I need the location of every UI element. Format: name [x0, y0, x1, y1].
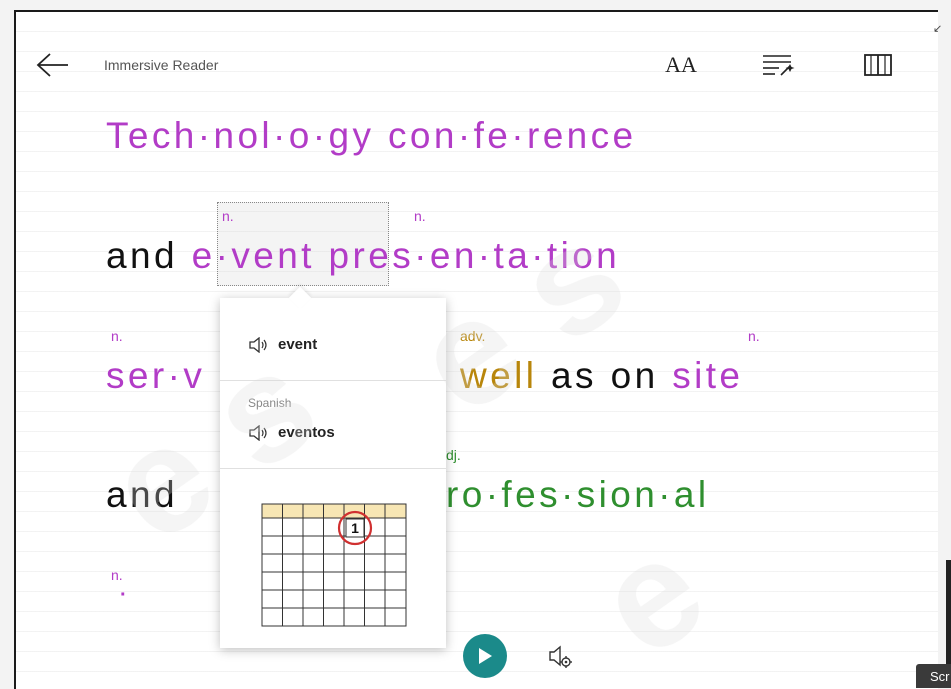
calendar-day: 1 [351, 520, 359, 536]
reading-preferences-button[interactable] [858, 48, 898, 82]
word-site[interactable]: site [672, 355, 743, 396]
app-title: Immersive Reader [104, 57, 219, 73]
ruled-background [16, 12, 938, 689]
popup-word: event [278, 336, 318, 353]
text-preferences-icon: AA [665, 52, 697, 78]
pos-label-well: adv. [460, 328, 486, 344]
text-line-3: ser·v [106, 355, 205, 397]
word-well[interactable]: well [460, 355, 537, 396]
word-and[interactable]: and [106, 235, 178, 276]
line5-dot: · [120, 584, 127, 606]
pos-label-site: n. [748, 328, 760, 344]
word-service[interactable]: ser·v [106, 355, 205, 396]
word-pronounce-row[interactable]: event [248, 336, 317, 353]
scrollbar[interactable] [946, 560, 951, 680]
speaker-icon [249, 424, 267, 441]
resize-icon[interactable]: ↙ [933, 22, 942, 35]
popup-divider [220, 380, 446, 381]
popup-translation: eventos [278, 424, 335, 441]
speaker-icon [249, 336, 267, 353]
back-button[interactable] [36, 52, 70, 78]
popup-divider [220, 468, 446, 469]
text-line-2: and e·vent pres·en·ta·tion [106, 235, 620, 277]
text-line-4: and [106, 474, 178, 516]
voice-settings-icon [549, 645, 572, 668]
grammar-options-button[interactable] [758, 48, 798, 82]
voice-settings-button[interactable] [546, 642, 576, 672]
pos-label-professional: dj. [446, 447, 461, 463]
header: Immersive Reader AA [16, 12, 938, 112]
play-icon [479, 648, 492, 664]
reader-window: Immersive Reader AA Tech·nol·o·gy con·fe… [14, 10, 938, 689]
text-preferences-glyph: AA [665, 52, 697, 77]
pos-label-presentation: n. [414, 208, 426, 224]
screen-tab[interactable]: Scr [916, 664, 951, 688]
word-and-2[interactable]: and [106, 474, 178, 515]
text-line-3-rest: well as on site [460, 355, 743, 397]
pos-label-service: n. [111, 328, 123, 344]
back-arrow-icon [36, 53, 68, 77]
pos-label-event: n. [222, 208, 234, 224]
word-as-on[interactable]: as on [551, 355, 659, 396]
translation-pronounce-row[interactable]: eventos [248, 424, 335, 441]
grammar-options-icon [763, 55, 795, 76]
text-preferences-button[interactable]: AA [661, 48, 701, 82]
play-button[interactable] [463, 634, 507, 678]
translation-language: Spanish [248, 396, 292, 410]
reading-preferences-icon [864, 54, 892, 76]
word-professional[interactable]: ro·fes·sion·al [446, 474, 710, 516]
picture-dictionary-popup: event Spanish eventos 1 [220, 286, 446, 648]
calendar-picture-icon: 1 [261, 503, 407, 627]
word-event[interactable]: e·vent [192, 235, 315, 276]
text-line-1[interactable]: Tech·nol·o·gy con·fe·rence [106, 115, 637, 157]
pos-label-line5: n. [111, 567, 123, 583]
word-presentation[interactable]: pres·en·ta·tion [329, 235, 621, 276]
